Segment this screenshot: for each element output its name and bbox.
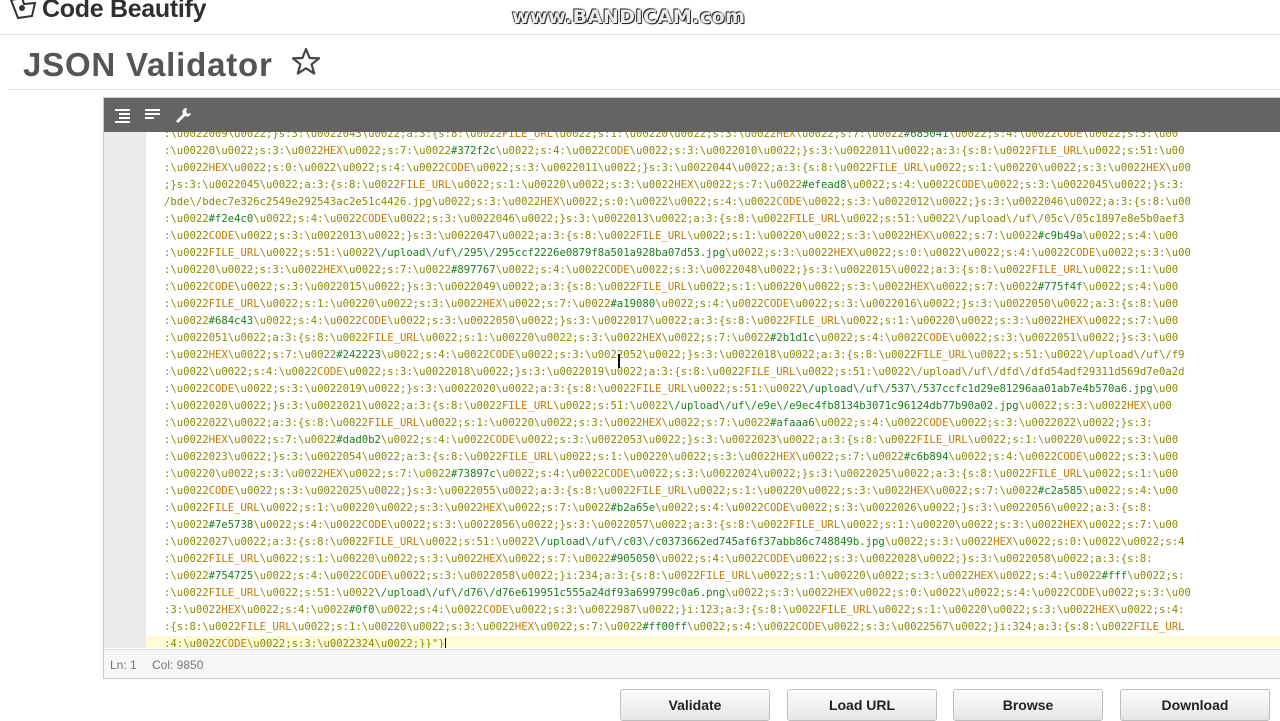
line-indicator: Ln: 1 [110,658,137,672]
code-line[interactable]: /bde\/bdec7e326c2549e292543ac2e51c4426.j… [164,194,1280,211]
code-line[interactable]: :\u0022022\u0022;a:3:{s:8:\u0022FILE_URL… [164,415,1280,432]
text-cursor-icon [618,354,620,368]
code-line[interactable]: :\u0022009\u0022;}s:3:\u0022043\u0022;a:… [164,132,1280,143]
code-line[interactable]: ;}s:3:\u0022045\u0022;a:3:{s:8:\u0022FIL… [164,177,1280,194]
recording-watermark: www.BANDICAM.com [512,6,746,28]
site-logo[interactable]: Code Beautify [8,0,206,24]
title-divider [8,89,1280,90]
editor-toolbar [104,98,1280,132]
code-line[interactable]: :\u0022#684c43\u0022;s:4:\u0022CODE\u002… [164,313,1280,330]
page-title: JSON Validator [23,46,273,83]
code-line[interactable]: :3:\u0022HEX\u0022;s:4:\u0022#0f0\u0022;… [164,602,1280,619]
wrench-icon[interactable] [174,107,192,123]
code-line[interactable]: :\u0022FILE_URL\u0022;s:1:\u00220\u0022;… [164,500,1280,517]
logo-icon [9,0,37,20]
line-gutter [104,132,146,648]
code-line[interactable]: :\u0022FILE_URL\u0022;s:1:\u00220\u0022;… [164,296,1280,313]
code-area[interactable]: :\u0022009\u0022;}s:3:\u0022043\u0022;a:… [104,132,1280,648]
code-line[interactable]: :\u0022027\u0022;a:3:{s:8:\u0022FILE_URL… [164,534,1280,551]
code-line[interactable]: :\u0022HEX\u0022;s:0:\u0022\u0022;s:4:\u… [164,160,1280,177]
download-button[interactable]: Download [1120,689,1270,721]
code-line[interactable]: :\u0022#7e5738\u0022;s:4:\u0022CODE\u002… [164,517,1280,534]
code-line[interactable]: :\u0022HEX\u0022;s:7:\u0022#dad0b2\u0022… [164,432,1280,449]
code-line[interactable]: :\u0022051\u0022;a:3:{s:8:\u0022FILE_URL… [164,330,1280,347]
code-line[interactable]: :\u0022CODE\u0022;s:3:\u0022019\u0022;}s… [164,381,1280,398]
compact-icon[interactable] [144,107,162,123]
code-line[interactable]: :{s:8:\u0022FILE_URL\u0022;s:1:\u00220\u… [164,619,1280,636]
code-line[interactable]: :\u0022020\u0022;}s:3:\u0022021\u0022;a:… [164,398,1280,415]
code-line[interactable]: :\u0022CODE\u0022;s:3:\u0022025\u0022;}s… [164,483,1280,500]
star-outline-icon[interactable] [290,46,322,78]
code-line[interactable]: :\u0022FILE_URL\u0022;s:51:\u0022\/uploa… [164,245,1280,262]
code-line[interactable]: :\u0022023\u0022;}s:3:\u0022054\u0022;a:… [164,449,1280,466]
code-line[interactable]: :\u0022\u0022;s:4:\u0022CODE\u0022;s:3:\… [164,364,1280,381]
code-line[interactable]: :\u0022#754725\u0022;s:4:\u0022CODE\u002… [164,568,1280,585]
validate-button[interactable]: Validate [620,689,770,721]
code-line[interactable]: :\u0022FILE_URL\u0022;s:1:\u00220\u0022;… [164,551,1280,568]
site-header: Code Beautify www.BANDICAM.com [0,0,1280,35]
code-line[interactable]: :\u0022CODE\u0022;s:3:\u0022015\u0022;}s… [164,279,1280,296]
code-line[interactable]: :\u0022CODE\u0022;s:3:\u0022013\u0022;}s… [164,228,1280,245]
load-url-button[interactable]: Load URL [787,689,937,721]
code-line[interactable]: :\u00220\u0022;s:3:\u0022HEX\u0022;s:7:\… [164,466,1280,483]
editor-statusbar: Ln: 1 Col: 9850 [104,649,1280,678]
logo-text: Code Beautify [42,0,207,23]
code-line[interactable]: :\u00220\u0022;s:3:\u0022HEX\u0022;s:7:\… [164,262,1280,279]
browse-button[interactable]: Browse [953,689,1103,721]
format-icon[interactable] [114,107,132,123]
text-caret [444,637,446,648]
code-line[interactable]: :\u00220\u0022;s:3:\u0022HEX\u0022;s:7:\… [164,143,1280,160]
title-row: JSON Validator [0,34,1280,90]
column-indicator: Col: 9850 [152,658,204,672]
code-line[interactable]: :\u0022HEX\u0022;s:7:\u0022#242223\u0022… [164,347,1280,364]
json-editor[interactable]: :\u0022009\u0022;}s:3:\u0022043\u0022;a:… [103,97,1280,679]
code-lines[interactable]: :\u0022009\u0022;}s:3:\u0022043\u0022;a:… [146,132,1280,648]
code-line[interactable]: :\u0022#f2e4c0\u0022;s:4:\u0022CODE\u002… [164,211,1280,228]
code-line[interactable]: :\u0022FILE_URL\u0022;s:51:\u0022\/uploa… [164,585,1280,602]
code-line[interactable]: :4:\u0022CODE\u0022;s:3:\u0022324\u0022;… [146,636,1280,648]
